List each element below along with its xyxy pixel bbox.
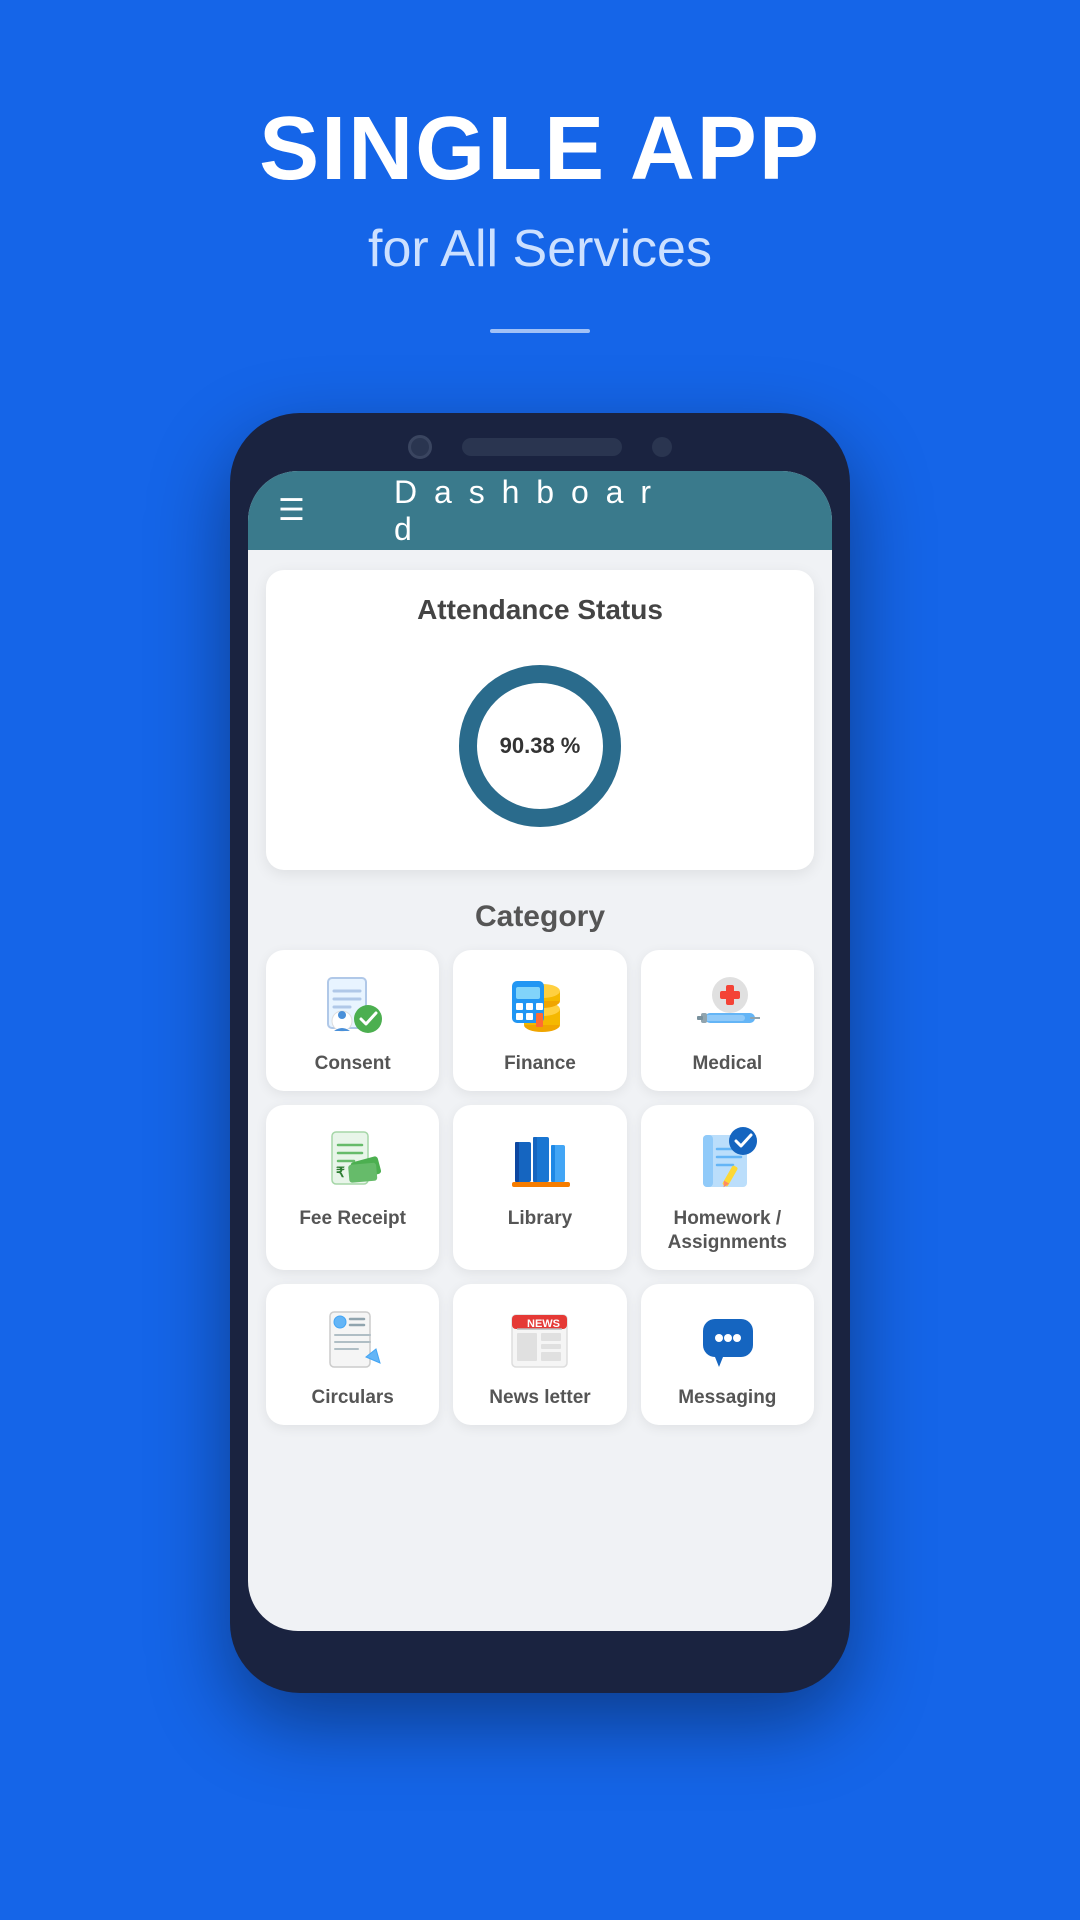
phone-wrapper: ☰ D a s h b o a r d Attendance Status 90… <box>0 413 1080 1693</box>
category-item-consent[interactable]: Consent <box>266 950 439 1091</box>
category-item-library[interactable]: Library <box>453 1105 626 1270</box>
finance-label: Finance <box>504 1052 576 1077</box>
consent-icon <box>318 970 388 1040</box>
category-title: Category <box>266 900 814 934</box>
phone-camera <box>408 435 432 459</box>
phone-screen: ☰ D a s h b o a r d Attendance Status 90… <box>248 471 832 1631</box>
phone-sensor <box>652 437 672 457</box>
dashboard-header: ☰ D a s h b o a r d <box>248 471 832 550</box>
donut-chart: 90.38 % <box>450 656 630 836</box>
phone-mockup: ☰ D a s h b o a r d Attendance Status 90… <box>230 413 850 1693</box>
library-label: Library <box>508 1207 572 1232</box>
category-item-medical[interactable]: Medical <box>641 950 814 1091</box>
category-item-finance[interactable]: Finance <box>453 950 626 1091</box>
svg-text:₹: ₹ <box>336 1164 345 1180</box>
newsletter-icon: NEWS <box>505 1304 575 1374</box>
messaging-icon <box>692 1304 762 1374</box>
category-item-messaging[interactable]: Messaging <box>641 1284 814 1425</box>
circulars-label: Circulars <box>311 1386 393 1411</box>
phone-notch <box>248 431 832 463</box>
hero-title: SINGLE APP <box>0 100 1080 199</box>
category-item-circulars[interactable]: Circulars <box>266 1284 439 1425</box>
finance-icon <box>505 970 575 1040</box>
hero-divider <box>490 329 590 333</box>
medical-icon <box>692 970 762 1040</box>
fee-receipt-label: Fee Receipt <box>299 1207 406 1232</box>
library-icon <box>505 1125 575 1195</box>
circulars-icon <box>318 1304 388 1374</box>
category-section: Category <box>248 890 832 1435</box>
hero-subtitle: for All Services <box>0 219 1080 279</box>
medical-label: Medical <box>692 1052 762 1077</box>
fee-receipt-icon: ₹ <box>318 1125 388 1195</box>
donut-container: 90.38 % <box>286 646 794 846</box>
category-item-newsletter[interactable]: NEWS News letter <box>453 1284 626 1425</box>
newsletter-label: News letter <box>489 1386 590 1411</box>
hero-section: SINGLE APP for All Services <box>0 0 1080 403</box>
attendance-title: Attendance Status <box>286 594 794 626</box>
svg-text:NEWS: NEWS <box>527 1318 560 1330</box>
homework-label: Homework / Assignments <box>651 1207 804 1256</box>
homework-icon <box>692 1125 762 1195</box>
phone-speaker <box>462 438 622 456</box>
hamburger-icon[interactable]: ☰ <box>278 493 305 528</box>
category-grid: Consent <box>266 950 814 1425</box>
attendance-card: Attendance Status 90.38 % <box>266 570 814 870</box>
category-item-homework[interactable]: Homework / Assignments <box>641 1105 814 1270</box>
category-item-fee-receipt[interactable]: ₹ Fee Receipt <box>266 1105 439 1270</box>
messaging-label: Messaging <box>678 1386 776 1411</box>
donut-percentage: 90.38 % <box>500 733 581 759</box>
consent-label: Consent <box>315 1052 391 1077</box>
dashboard-title: D a s h b o a r d <box>394 474 686 548</box>
